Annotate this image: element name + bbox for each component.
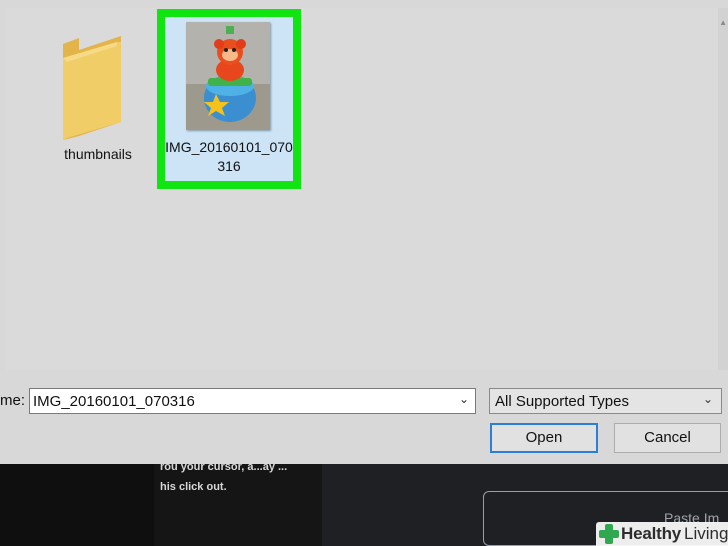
open-file-dialog: thumbnails IMG_20160101_070316 ▲ me: IMG…: [0, 0, 728, 464]
folder-item-thumbnails[interactable]: thumbnails: [46, 30, 150, 190]
filename-label: me:: [0, 392, 26, 409]
scroll-up-arrow-icon[interactable]: ▲: [719, 18, 727, 27]
watermark-brand-light: Living: [684, 524, 728, 543]
image-file-label: IMG_20160101_070316: [165, 139, 293, 174]
folder-label: thumbnails: [64, 146, 132, 162]
watermark-brand-bold: Healthy: [621, 524, 682, 543]
file-type-select[interactable]: All Supported Types ⌄: [489, 388, 722, 414]
healthy-living-watermark: Healthy Living: [596, 522, 728, 546]
background-instruction-image: rou your cursor, a...ay ... his click ou…: [154, 455, 322, 546]
chevron-down-icon: ⌄: [702, 392, 713, 406]
file-list-view[interactable]: thumbnails IMG_20160101_070316: [6, 8, 723, 370]
background-dark-panel: [0, 455, 154, 546]
image-thumbnail: [186, 22, 270, 130]
file-type-value: All Supported Types: [495, 393, 629, 410]
image-file-item-selected[interactable]: IMG_20160101_070316: [157, 9, 301, 189]
cancel-button[interactable]: Cancel: [614, 423, 721, 453]
filename-input[interactable]: [33, 391, 443, 411]
background-text-line: his click out.: [160, 481, 227, 493]
chevron-down-icon[interactable]: ⌄: [459, 392, 469, 406]
filename-combobox[interactable]: ⌄: [29, 388, 476, 414]
folder-icon: [63, 36, 121, 140]
plus-cross-icon: [599, 524, 619, 544]
vertical-scrollbar[interactable]: ▲: [718, 8, 728, 370]
open-button[interactable]: Open: [490, 423, 598, 453]
toy-photo-icon: [186, 22, 270, 130]
